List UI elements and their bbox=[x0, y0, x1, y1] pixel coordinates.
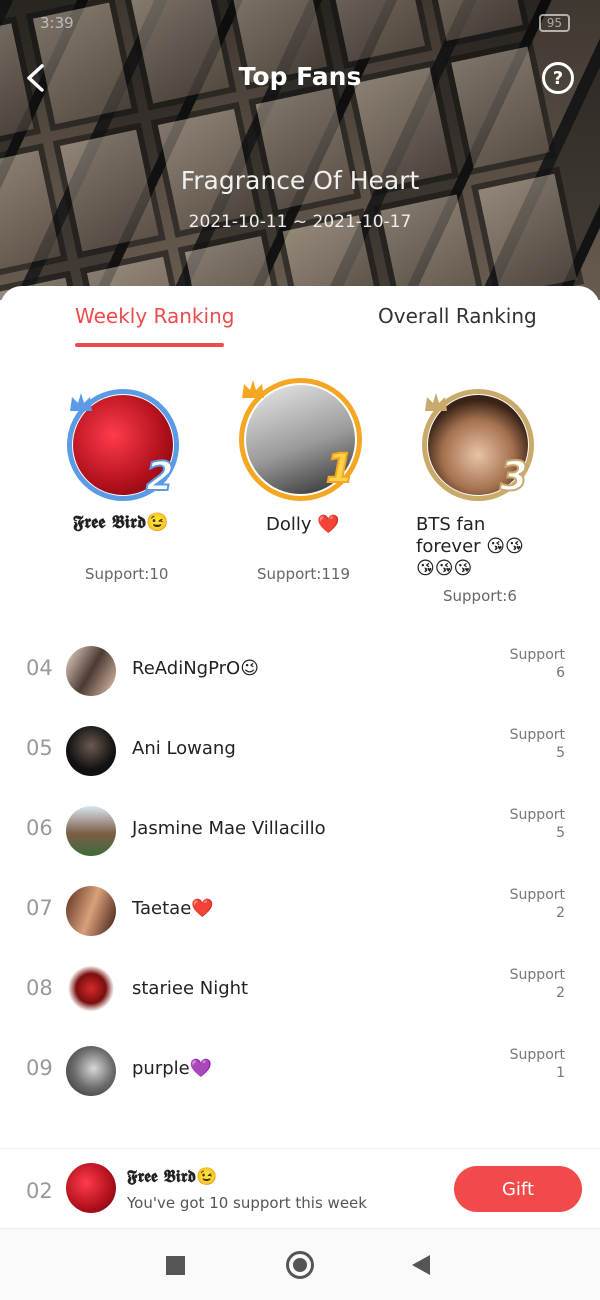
support-count: Support 2 bbox=[510, 886, 565, 922]
crown-icon bbox=[425, 393, 447, 411]
tab-indicator bbox=[75, 343, 224, 347]
support-value: 2 bbox=[556, 985, 565, 1001]
support-label: Support bbox=[509, 887, 565, 903]
fan-name: stariee Night bbox=[132, 978, 249, 999]
status-time: 3:39 bbox=[40, 14, 74, 32]
rank-number: 08 bbox=[26, 976, 53, 1000]
support-value: 6 bbox=[556, 665, 565, 681]
support-count: Support:6 bbox=[443, 587, 517, 605]
avatar bbox=[66, 1046, 116, 1096]
rank-number: 04 bbox=[26, 656, 53, 680]
fan-name: Dolly ❤️ bbox=[266, 514, 340, 535]
rank-number: 3 bbox=[499, 453, 529, 501]
my-rank-bar: 02 𝕱𝖗𝖊𝖊 𝕭𝖎𝖗𝖉😉 You've got 10 support this… bbox=[0, 1148, 600, 1228]
status-bar: 3:39 95 bbox=[40, 14, 570, 32]
back-triangle-icon[interactable] bbox=[412, 1255, 430, 1275]
crown-icon bbox=[70, 393, 92, 411]
support-count: Support:119 bbox=[257, 565, 350, 583]
support-value: 2 bbox=[556, 905, 565, 921]
tab-overall-ranking[interactable]: Overall Ranking bbox=[378, 304, 537, 328]
help-button[interactable]: ? bbox=[542, 62, 574, 94]
support-count: Support 6 bbox=[510, 646, 565, 682]
fan-name: Jasmine Mae Villacillo bbox=[132, 818, 326, 839]
fan-name: 𝕱𝖗𝖊𝖊 𝕭𝖎𝖗𝖉😉 bbox=[73, 512, 169, 533]
rank-number: 06 bbox=[26, 816, 53, 840]
support-label: Support bbox=[509, 1047, 565, 1063]
rank-number: 05 bbox=[26, 736, 53, 760]
date-range: 2021-10-11 ~ 2021-10-17 bbox=[188, 212, 412, 232]
my-avatar bbox=[66, 1163, 116, 1213]
my-rank-number: 02 bbox=[26, 1179, 53, 1203]
avatar bbox=[66, 886, 116, 936]
support-value: 5 bbox=[556, 825, 565, 841]
page-title: Top Fans bbox=[238, 62, 362, 91]
fan-name: ReAdiNgPrO😉 bbox=[132, 658, 259, 679]
avatar bbox=[66, 726, 116, 776]
system-nav-bar bbox=[0, 1228, 600, 1300]
support-count: Support 2 bbox=[510, 966, 565, 1002]
recent-apps-icon[interactable] bbox=[166, 1256, 185, 1275]
support-label: Support bbox=[509, 807, 565, 823]
rank-number: 07 bbox=[26, 896, 53, 920]
avatar bbox=[66, 806, 116, 856]
list-item[interactable]: 07 Taetae❤️ Support 2 bbox=[0, 878, 600, 948]
book-title: Fragrance Of Heart bbox=[180, 166, 420, 195]
tab-weekly-ranking[interactable]: Weekly Ranking bbox=[75, 304, 234, 328]
fan-name: Ani Lowang bbox=[132, 738, 236, 759]
support-label: Support bbox=[509, 967, 565, 983]
fan-name: BTS fan forever 😘😘😘😘😘 bbox=[416, 514, 524, 579]
header-banner: 3:39 95 Top Fans ? Fragrance Of Heart 20… bbox=[0, 0, 600, 300]
my-support-summary: You've got 10 support this week bbox=[127, 1194, 367, 1212]
list-item[interactable]: 08 stariee Night Support 2 bbox=[0, 958, 600, 1028]
fan-name: Taetae❤️ bbox=[132, 898, 214, 919]
support-count: Support:10 bbox=[85, 565, 169, 583]
rank-number: 2 bbox=[145, 453, 175, 501]
support-label: Support bbox=[509, 727, 565, 743]
rank-number: 09 bbox=[26, 1056, 53, 1080]
support-label: Support bbox=[509, 647, 565, 663]
support-count: Support 5 bbox=[510, 806, 565, 842]
list-item[interactable]: 04 ReAdiNgPrO😉 Support 6 bbox=[0, 638, 600, 708]
my-name: 𝕱𝖗𝖊𝖊 𝕭𝖎𝖗𝖉😉 bbox=[127, 1167, 218, 1187]
rank-number: 1 bbox=[325, 445, 355, 493]
support-count: Support 5 bbox=[510, 726, 565, 762]
list-item[interactable]: 05 Ani Lowang Support 5 bbox=[0, 718, 600, 788]
gift-button[interactable]: Gift bbox=[454, 1166, 582, 1212]
question-mark-icon: ? bbox=[552, 67, 564, 89]
fan-name: purple💜 bbox=[132, 1058, 213, 1079]
banner-background bbox=[0, 0, 600, 300]
crown-icon bbox=[242, 380, 264, 398]
support-count: Support 1 bbox=[510, 1046, 565, 1082]
support-value: 1 bbox=[556, 1065, 565, 1081]
list-item[interactable]: 09 purple💜 Support 1 bbox=[0, 1038, 600, 1108]
list-item[interactable]: 06 Jasmine Mae Villacillo Support 5 bbox=[0, 798, 600, 868]
avatar bbox=[66, 646, 116, 696]
battery-indicator: 95 bbox=[538, 14, 570, 32]
home-icon[interactable] bbox=[286, 1251, 314, 1279]
support-value: 5 bbox=[556, 745, 565, 761]
avatar bbox=[66, 966, 116, 1016]
